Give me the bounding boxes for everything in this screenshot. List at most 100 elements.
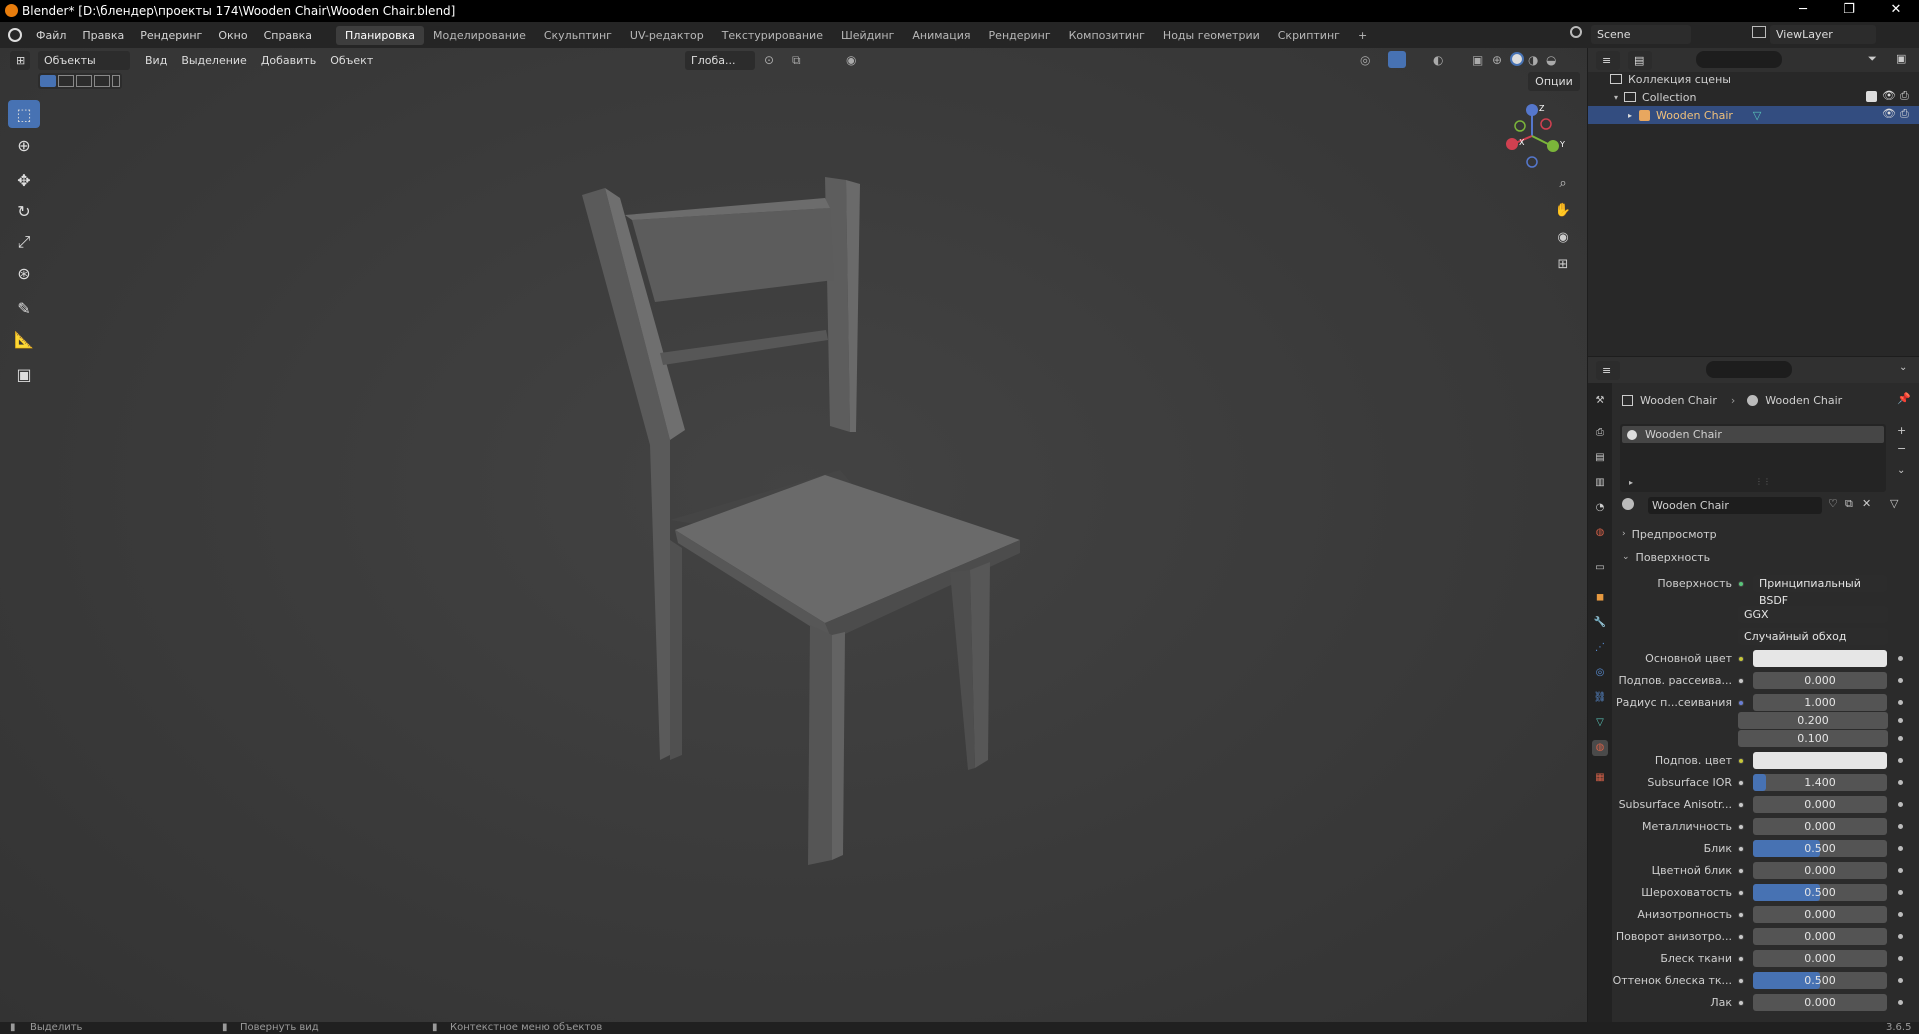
- outliner-row-collection[interactable]: ▾ Collection 👁 ⎙: [1588, 88, 1919, 106]
- gizmo-toggle-icon[interactable]: [1388, 51, 1406, 68]
- visibility-icon[interactable]: ◎: [1360, 53, 1370, 67]
- panel-preview-header[interactable]: › Предпросмотр: [1622, 525, 1918, 543]
- tool-tab-icon[interactable]: ⚒: [1592, 393, 1608, 409]
- maximize-button[interactable]: ❐: [1826, 0, 1872, 22]
- socket-icon[interactable]: [1738, 802, 1744, 808]
- surface-shader-selector[interactable]: Принципиальный BSDF: [1753, 575, 1887, 607]
- zoom-icon[interactable]: ⌕: [1551, 173, 1575, 197]
- menu-file[interactable]: Файл: [28, 29, 74, 42]
- distribution-selector[interactable]: GGX: [1738, 606, 1888, 623]
- data-tab-icon[interactable]: ▽: [1592, 715, 1608, 731]
- socket-icon[interactable]: [1738, 846, 1744, 852]
- tab-shading[interactable]: Шейдинг: [832, 26, 903, 45]
- value-slider[interactable]: 1.000: [1753, 694, 1887, 711]
- keyframe-dot-icon[interactable]: [1898, 1000, 1903, 1005]
- keyframe-dot-icon[interactable]: [1898, 700, 1903, 705]
- camera-view-icon[interactable]: ◉: [1551, 227, 1575, 251]
- socket-icon[interactable]: [1738, 656, 1744, 662]
- pan-hand-icon[interactable]: ✋: [1551, 200, 1575, 224]
- resize-grip-icon[interactable]: ⋮⋮: [1755, 477, 1771, 486]
- value-slider[interactable]: 0.000: [1753, 906, 1887, 923]
- select-intersect-icon[interactable]: [112, 75, 120, 87]
- panel-surface-header[interactable]: ⌄ Поверхность: [1622, 548, 1918, 566]
- select-subtract-icon[interactable]: [76, 75, 92, 87]
- close-button[interactable]: ✕: [1873, 0, 1919, 22]
- modifiers-tab-icon[interactable]: 🔧: [1592, 615, 1608, 631]
- physics-tab-icon[interactable]: ◎: [1592, 665, 1608, 681]
- keyframe-dot-icon[interactable]: [1898, 656, 1903, 661]
- overlays-icon[interactable]: ◐: [1433, 53, 1443, 67]
- tab-modeling[interactable]: Моделирование: [424, 26, 535, 45]
- keyframe-dot-icon[interactable]: [1898, 780, 1903, 785]
- viewlayer-selector[interactable]: ViewLayer: [1770, 25, 1876, 44]
- editor-type-icon[interactable]: ⊞: [10, 50, 30, 70]
- menu-help[interactable]: Справка: [256, 29, 320, 42]
- annotate-icon[interactable]: ✎: [8, 294, 40, 322]
- perspective-toggle-icon[interactable]: ⊞: [1551, 254, 1575, 278]
- new-collection-icon[interactable]: ▣: [1896, 52, 1906, 65]
- keyframe-dot-icon[interactable]: [1898, 718, 1903, 723]
- socket-icon[interactable]: [1738, 956, 1744, 962]
- outliner-search-input[interactable]: [1696, 51, 1782, 68]
- value-slider[interactable]: 1.400: [1753, 774, 1887, 791]
- add-workspace-button[interactable]: +: [1349, 26, 1376, 45]
- value-slider[interactable]: 0.000: [1753, 818, 1887, 835]
- value-slider[interactable]: 0.500: [1753, 840, 1887, 857]
- tab-sculpting[interactable]: Скульптинг: [535, 26, 621, 45]
- value-slider[interactable]: 0.000: [1753, 994, 1887, 1011]
- keyframe-dot-icon[interactable]: [1898, 934, 1903, 939]
- object-tab-icon[interactable]: ◼: [1592, 590, 1608, 606]
- menu-edit[interactable]: Правка: [74, 29, 132, 42]
- socket-icon[interactable]: [1738, 700, 1744, 706]
- navigation-gizmo[interactable]: [1500, 100, 1564, 170]
- scale-icon[interactable]: ⤢: [8, 228, 40, 256]
- collection-checkbox[interactable]: [1866, 91, 1877, 102]
- texture-tab-icon[interactable]: ▦: [1592, 770, 1608, 786]
- socket-icon[interactable]: [1738, 978, 1744, 984]
- render-tab-icon[interactable]: ⎙: [1592, 425, 1608, 441]
- view-layer-tab-icon[interactable]: ▥: [1592, 475, 1608, 491]
- menu-select[interactable]: Выделение: [174, 54, 254, 67]
- value-slider[interactable]: 0.200: [1738, 712, 1888, 729]
- keyframe-dot-icon[interactable]: [1898, 868, 1903, 873]
- particles-tab-icon[interactable]: ⋰: [1592, 640, 1608, 656]
- scene-selector[interactable]: Scene: [1591, 25, 1691, 44]
- keyframe-dot-icon[interactable]: [1898, 956, 1903, 961]
- material-tab-icon[interactable]: ◍: [1592, 740, 1608, 756]
- world-tab-icon[interactable]: ◍: [1592, 525, 1608, 541]
- scene-tab-icon[interactable]: ◔: [1592, 500, 1608, 516]
- blender-menu-icon[interactable]: [8, 28, 22, 42]
- measure-icon[interactable]: 📐: [8, 325, 40, 353]
- keyframe-dot-icon[interactable]: [1898, 678, 1903, 683]
- fake-user-icon[interactable]: ♡: [1828, 497, 1838, 510]
- socket-icon[interactable]: [1738, 934, 1744, 940]
- socket-icon[interactable]: [1738, 780, 1744, 786]
- link-mode-icon[interactable]: ▽: [1890, 497, 1898, 510]
- object-eye-icon[interactable]: 👁: [1882, 107, 1896, 120]
- collection-render-icon[interactable]: ⎙: [1900, 89, 1909, 103]
- slot-specials-icon[interactable]: ⌄: [1897, 465, 1905, 476]
- keyframe-dot-icon[interactable]: [1898, 912, 1903, 917]
- menu-window[interactable]: Окно: [210, 29, 255, 42]
- rendered-shading-icon[interactable]: ◒: [1546, 53, 1556, 67]
- outliner-row-scene-collection[interactable]: Коллекция сцены: [1588, 70, 1919, 88]
- duplicate-material-icon[interactable]: ⧉: [1845, 497, 1853, 511]
- slot-expand-icon[interactable]: ▸: [1629, 478, 1633, 487]
- tab-geometry-nodes[interactable]: Ноды геометрии: [1154, 26, 1269, 45]
- select-new-icon[interactable]: [40, 75, 56, 87]
- transform-orientation[interactable]: Глоба...: [685, 51, 755, 70]
- menu-add[interactable]: Добавить: [254, 54, 323, 67]
- move-icon[interactable]: ✥: [8, 166, 40, 194]
- collection-tab-icon[interactable]: ▭: [1592, 560, 1608, 576]
- color-field[interactable]: [1753, 650, 1887, 667]
- socket-icon[interactable]: [1738, 824, 1744, 830]
- keyframe-dot-icon[interactable]: [1898, 978, 1903, 983]
- cursor-icon[interactable]: ⊕: [8, 131, 40, 159]
- keyframe-dot-icon[interactable]: [1898, 824, 1903, 829]
- value-slider[interactable]: 0.000: [1753, 950, 1887, 967]
- keyframe-dot-icon[interactable]: [1898, 736, 1903, 741]
- menu-object[interactable]: Объект: [323, 54, 380, 67]
- mode-selector[interactable]: Объекты: [38, 50, 130, 70]
- object-render-icon[interactable]: ⎙: [1900, 107, 1909, 121]
- outliner-row-wooden-chair[interactable]: ▸ Wooden Chair ▽ 👁 ⎙: [1588, 106, 1919, 124]
